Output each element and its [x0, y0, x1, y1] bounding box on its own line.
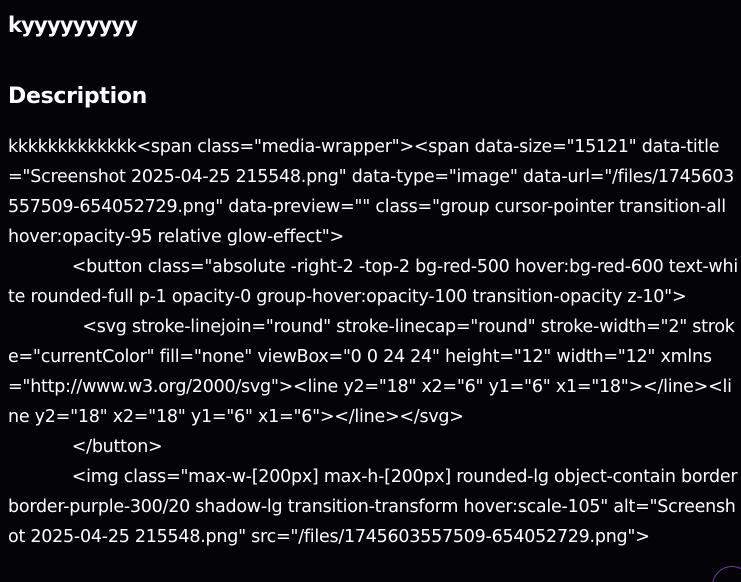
description-text: kkkkkkkkkkkkk<span class="media-wrapper"… [8, 137, 738, 547]
decorative-circle [712, 566, 741, 582]
page-title: kyyyyyyyyy [8, 13, 138, 37]
description-heading: Description [8, 84, 147, 109]
